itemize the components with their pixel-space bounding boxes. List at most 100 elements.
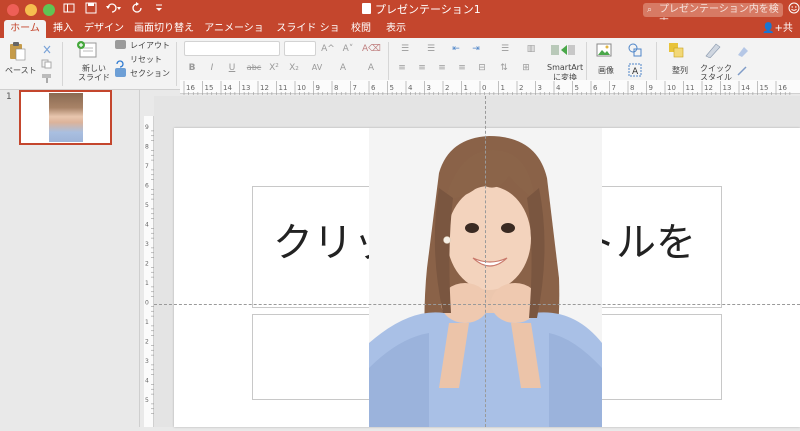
tab-transitions[interactable]: 画面切り替え (134, 20, 194, 38)
shape-outline-icon[interactable] (736, 62, 750, 76)
line-spacing-icon[interactable]: ☰ (494, 42, 516, 56)
align-right-icon[interactable]: ≡ (434, 61, 450, 75)
clear-formatting-icon[interactable]: A⌫ (362, 42, 381, 56)
ruler-label: 10 (297, 84, 306, 92)
tab-home[interactable]: ホーム (4, 20, 46, 38)
italic-button[interactable]: I (204, 61, 220, 75)
tab-view[interactable]: 表示 (384, 20, 408, 38)
vertical-ruler-ticks: 9 8 7 6 5 4 3 2 1 0 1 2 3 4 5 (145, 124, 154, 414)
customize-toolbar-icon[interactable] (152, 2, 166, 18)
ruler-label: 11 (686, 84, 695, 92)
columns-icon[interactable]: ▥ (520, 42, 542, 56)
underline-button[interactable]: U (224, 61, 240, 75)
new-slide-icon[interactable] (76, 40, 98, 60)
tab-insert[interactable]: 挿入 (50, 20, 76, 38)
paste-icon[interactable] (8, 41, 26, 61)
character-spacing-icon[interactable]: AV (306, 61, 328, 75)
tab-design[interactable]: デザイン (84, 20, 124, 38)
ruler-label: 7 (353, 84, 357, 92)
ruler-label: 0 (145, 300, 149, 307)
ruler-label: 0 (482, 84, 486, 92)
copy-icon[interactable] (41, 54, 53, 69)
paste-button-label[interactable]: ペースト (5, 65, 37, 76)
ruler-label: 7 (612, 84, 616, 92)
layout-button[interactable]: レイアウト (130, 40, 170, 51)
zoom-window-button[interactable] (43, 4, 55, 16)
new-slide-label-2[interactable]: スライド (78, 72, 110, 83)
undo-icon[interactable] (104, 2, 124, 18)
shapes-icon[interactable] (628, 42, 642, 57)
decrease-font-size-icon[interactable]: A˅ (340, 42, 356, 56)
cut-icon[interactable] (41, 40, 53, 54)
bullets-icon[interactable]: ☰ (394, 42, 416, 56)
quick-style-icon[interactable] (704, 42, 724, 59)
horizontal-guide[interactable] (154, 304, 800, 305)
ruler-label: 5 (145, 202, 149, 209)
subscript-button[interactable]: X₂ (286, 61, 302, 75)
save-icon[interactable] (84, 2, 98, 18)
distribute-icon[interactable]: ⊟ (474, 61, 490, 75)
ruler-label: 16 (778, 84, 787, 92)
svg-text:A: A (632, 67, 639, 77)
ruler-label: 12 (260, 84, 269, 92)
tab-review[interactable]: 校閲 (350, 20, 372, 38)
ruler-label: 3 (145, 241, 149, 248)
ruler-label: 5 (390, 84, 394, 92)
horizontal-ruler[interactable]: 16 15 14 13 12 11 10 9 8 7 6 5 4 3 2 1 0 1 2 3 4 5 6 7 8 9 10 11 12 1… (180, 80, 800, 95)
strikethrough-button[interactable]: abc (244, 61, 264, 75)
ruler-label: 1 (501, 84, 505, 92)
picture-button-label[interactable]: 画像 (598, 65, 614, 76)
document-title: プレゼンテーション1 (362, 2, 481, 18)
font-name-select[interactable] (184, 41, 280, 56)
section-button[interactable]: セクション (130, 68, 170, 79)
ruler-label: 5 (145, 397, 149, 404)
decrease-indent-icon[interactable]: ⇤ (448, 42, 464, 56)
superscript-button[interactable]: X² (266, 61, 282, 75)
ruler-label: 3 (427, 84, 431, 92)
arrange-button-label[interactable]: 整列 (672, 65, 688, 76)
ruler-label: 2 (519, 84, 523, 92)
numbering-icon[interactable]: ☰ (420, 42, 442, 56)
minimize-window-button[interactable] (25, 4, 37, 16)
text-color-icon[interactable]: A (332, 61, 354, 75)
tab-animations[interactable]: アニメーション (203, 20, 265, 52)
slide-thumbnail[interactable] (19, 90, 112, 145)
close-window-button[interactable] (7, 4, 19, 16)
font-size-select[interactable] (284, 41, 316, 56)
document-icon (362, 3, 371, 14)
smartart-label-1[interactable]: SmartArt (547, 63, 583, 72)
highlight-color-icon[interactable]: A (360, 61, 382, 75)
ruler-label: 2 (445, 84, 449, 92)
vertical-ruler[interactable]: 9 8 7 6 5 4 3 2 1 0 1 2 3 4 5 (144, 116, 154, 427)
text-box-icon[interactable]: A (628, 62, 642, 77)
share-button[interactable]: 👤+共有 (762, 20, 800, 52)
ruler-label: 1 (145, 319, 149, 326)
ruler-label: 12 (704, 84, 713, 92)
layout-icon (115, 40, 126, 49)
vertical-guide[interactable] (485, 96, 486, 427)
increase-font-size-icon[interactable]: A^ (320, 42, 336, 56)
format-painter-icon[interactable] (41, 68, 53, 83)
ruler-label: 2 (145, 261, 149, 268)
reset-button[interactable]: リセット (130, 54, 162, 65)
align-text-icon[interactable]: ⊞ (518, 61, 534, 75)
picture-icon[interactable] (596, 42, 612, 57)
ruler-label: 14 (223, 84, 232, 92)
align-center-icon[interactable]: ≡ (414, 61, 430, 75)
text-direction-icon[interactable]: ⇅ (496, 61, 512, 75)
tab-slideshow[interactable]: スライド ショー (275, 20, 341, 52)
section-icon (115, 68, 126, 77)
arrange-icon[interactable] (668, 42, 684, 58)
redo-icon[interactable] (131, 2, 145, 18)
ruler-label: 8 (145, 144, 149, 151)
justify-icon[interactable]: ≡ (454, 61, 470, 75)
align-left-icon[interactable]: ≡ (394, 61, 410, 75)
separator (62, 42, 63, 86)
sidebar-toggle-icon[interactable] (62, 2, 76, 18)
smartart-icon[interactable] (550, 41, 576, 59)
shape-fill-icon[interactable] (736, 42, 750, 57)
smiley-icon[interactable] (787, 2, 800, 18)
increase-indent-icon[interactable]: ⇥ (468, 42, 484, 56)
bold-button[interactable]: B (184, 61, 200, 75)
search-input[interactable]: ⌕ プレゼンテーション内を検索 (643, 3, 783, 29)
